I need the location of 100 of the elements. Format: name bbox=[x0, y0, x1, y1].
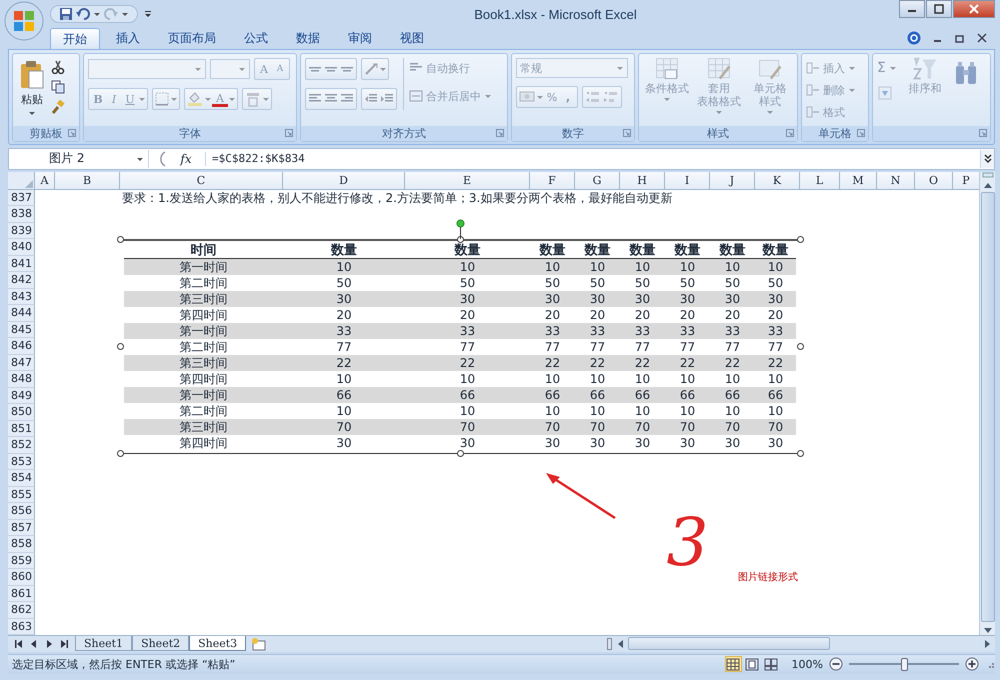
row-header[interactable]: 858 bbox=[8, 536, 35, 553]
sheet-tab[interactable]: Sheet2 bbox=[132, 636, 190, 652]
row-header[interactable]: 847 bbox=[8, 354, 35, 372]
row-header[interactable]: 845 bbox=[8, 322, 35, 338]
column-header[interactable]: B bbox=[55, 172, 120, 190]
column-header[interactable]: K bbox=[755, 172, 800, 190]
close-button[interactable] bbox=[953, 0, 995, 18]
row-header[interactable]: 861 bbox=[8, 586, 35, 602]
row-header[interactable]: 852 bbox=[8, 437, 35, 454]
column-header[interactable]: J bbox=[710, 172, 755, 190]
row-header[interactable]: 839 bbox=[8, 222, 35, 240]
sheet-tab[interactable]: Sheet3 bbox=[189, 636, 246, 652]
column-header[interactable]: N bbox=[877, 172, 915, 190]
scroll-thumb[interactable] bbox=[980, 192, 994, 622]
normal-view-button[interactable] bbox=[724, 656, 742, 672]
row-header[interactable]: 856 bbox=[8, 503, 35, 520]
selection-handle[interactable] bbox=[116, 342, 124, 350]
selection-handle[interactable] bbox=[796, 236, 804, 243]
column-header[interactable]: D bbox=[283, 172, 405, 190]
row-header[interactable]: 848 bbox=[8, 371, 35, 388]
column-header[interactable]: P bbox=[953, 172, 980, 190]
row-header[interactable]: 850 bbox=[8, 404, 35, 421]
minimize-button[interactable] bbox=[899, 0, 925, 18]
paste-button[interactable]: 粘贴 bbox=[17, 58, 47, 120]
column-header[interactable]: L bbox=[800, 172, 840, 190]
table-cell-text: 第四时间 bbox=[178, 307, 228, 324]
row-header[interactable]: 840 bbox=[8, 239, 35, 256]
maximize-button[interactable] bbox=[926, 0, 952, 18]
column-header[interactable]: G bbox=[575, 172, 620, 190]
scroll-left-icon[interactable] bbox=[616, 638, 624, 649]
first-sheet-icon[interactable] bbox=[14, 638, 24, 649]
dialog-launcher-icon[interactable] bbox=[68, 129, 76, 138]
row-header[interactable]: 844 bbox=[8, 305, 35, 322]
row-header[interactable]: 846 bbox=[8, 338, 35, 355]
row-header[interactable]: 838 bbox=[8, 206, 35, 223]
caret-icon[interactable] bbox=[121, 10, 129, 18]
row-header[interactable]: 860 bbox=[8, 569, 35, 586]
row-header[interactable]: 862 bbox=[8, 602, 35, 619]
help-icon[interactable] bbox=[907, 31, 921, 46]
column-header[interactable]: O bbox=[915, 172, 953, 190]
scroll-right-icon[interactable] bbox=[984, 638, 992, 649]
close-icon[interactable] bbox=[977, 33, 987, 44]
sheet-tab[interactable]: Sheet1 bbox=[75, 636, 132, 652]
column-header[interactable]: I bbox=[665, 172, 710, 190]
zoom-in-icon[interactable] bbox=[965, 657, 979, 672]
ribbon-tab[interactable]: 视图 bbox=[388, 28, 436, 50]
brush-icon[interactable] bbox=[51, 100, 65, 114]
table-cell-text: 10 bbox=[634, 403, 652, 420]
undo-icon[interactable] bbox=[76, 7, 90, 21]
caret-icon[interactable] bbox=[93, 10, 101, 18]
row-header[interactable]: 843 bbox=[8, 288, 35, 306]
slider-thumb[interactable] bbox=[900, 658, 908, 671]
insert-sheet-icon[interactable] bbox=[250, 636, 268, 651]
row-header[interactable]: 851 bbox=[8, 420, 35, 438]
row-header[interactable]: 863 bbox=[8, 618, 35, 636]
row-header[interactable]: 855 bbox=[8, 486, 35, 504]
ribbon-tab[interactable]: 页面布局 bbox=[156, 28, 228, 50]
cut-icon[interactable] bbox=[51, 60, 65, 74]
copy-icon[interactable] bbox=[51, 80, 65, 94]
group-label: 样式 bbox=[707, 126, 729, 142]
selection-handle[interactable] bbox=[116, 236, 124, 243]
row-header[interactable]: 849 bbox=[8, 388, 35, 404]
vertical-scrollbar[interactable] bbox=[979, 172, 995, 636]
last-sheet-icon[interactable] bbox=[59, 638, 69, 649]
column-header[interactable]: A bbox=[35, 172, 55, 190]
column-header[interactable]: H bbox=[620, 172, 665, 190]
row-header[interactable]: 854 bbox=[8, 470, 35, 487]
split-handle-icon[interactable] bbox=[607, 638, 612, 650]
scroll-up-icon[interactable] bbox=[982, 180, 992, 189]
select-all-button[interactable] bbox=[8, 172, 35, 190]
ribbon-tab[interactable]: 数据 bbox=[284, 28, 332, 50]
row-header[interactable]: 842 bbox=[8, 272, 35, 289]
page-layout-button[interactable] bbox=[744, 656, 761, 672]
row-header[interactable]: 837 bbox=[8, 190, 35, 206]
zoom-level[interactable]: 100% bbox=[792, 658, 823, 671]
ribbon-tab[interactable]: 审阅 bbox=[336, 28, 384, 50]
ribbon-tab[interactable]: 插入 bbox=[104, 28, 152, 50]
row-header[interactable]: 859 bbox=[8, 552, 35, 570]
row-header[interactable]: 857 bbox=[8, 520, 35, 536]
office-button-icon[interactable] bbox=[4, 1, 44, 41]
column-header[interactable]: M bbox=[840, 172, 877, 190]
selection-handle[interactable] bbox=[116, 450, 124, 458]
column-header[interactable]: E bbox=[405, 172, 530, 190]
customize-icon[interactable] bbox=[144, 9, 152, 19]
ribbon-tab[interactable]: 开始 bbox=[50, 28, 100, 50]
row-header[interactable]: 841 bbox=[8, 256, 35, 272]
restore-icon[interactable] bbox=[955, 33, 965, 44]
ribbon-tab[interactable]: 公式 bbox=[232, 28, 280, 50]
column-header[interactable]: F bbox=[530, 172, 575, 190]
row-header[interactable]: 853 bbox=[8, 454, 35, 470]
zoom-out-icon[interactable] bbox=[829, 657, 843, 672]
selection-handle[interactable] bbox=[796, 450, 804, 458]
split-handle-icon[interactable] bbox=[982, 172, 994, 178]
column-header[interactable]: C bbox=[120, 172, 283, 190]
next-sheet-icon[interactable] bbox=[44, 638, 54, 649]
scroll-thumb[interactable] bbox=[628, 637, 830, 650]
previous-sheet-icon[interactable] bbox=[29, 638, 39, 649]
page-break-button[interactable] bbox=[762, 656, 780, 672]
save-icon[interactable] bbox=[59, 7, 73, 21]
rotation-handle[interactable] bbox=[456, 219, 464, 240]
